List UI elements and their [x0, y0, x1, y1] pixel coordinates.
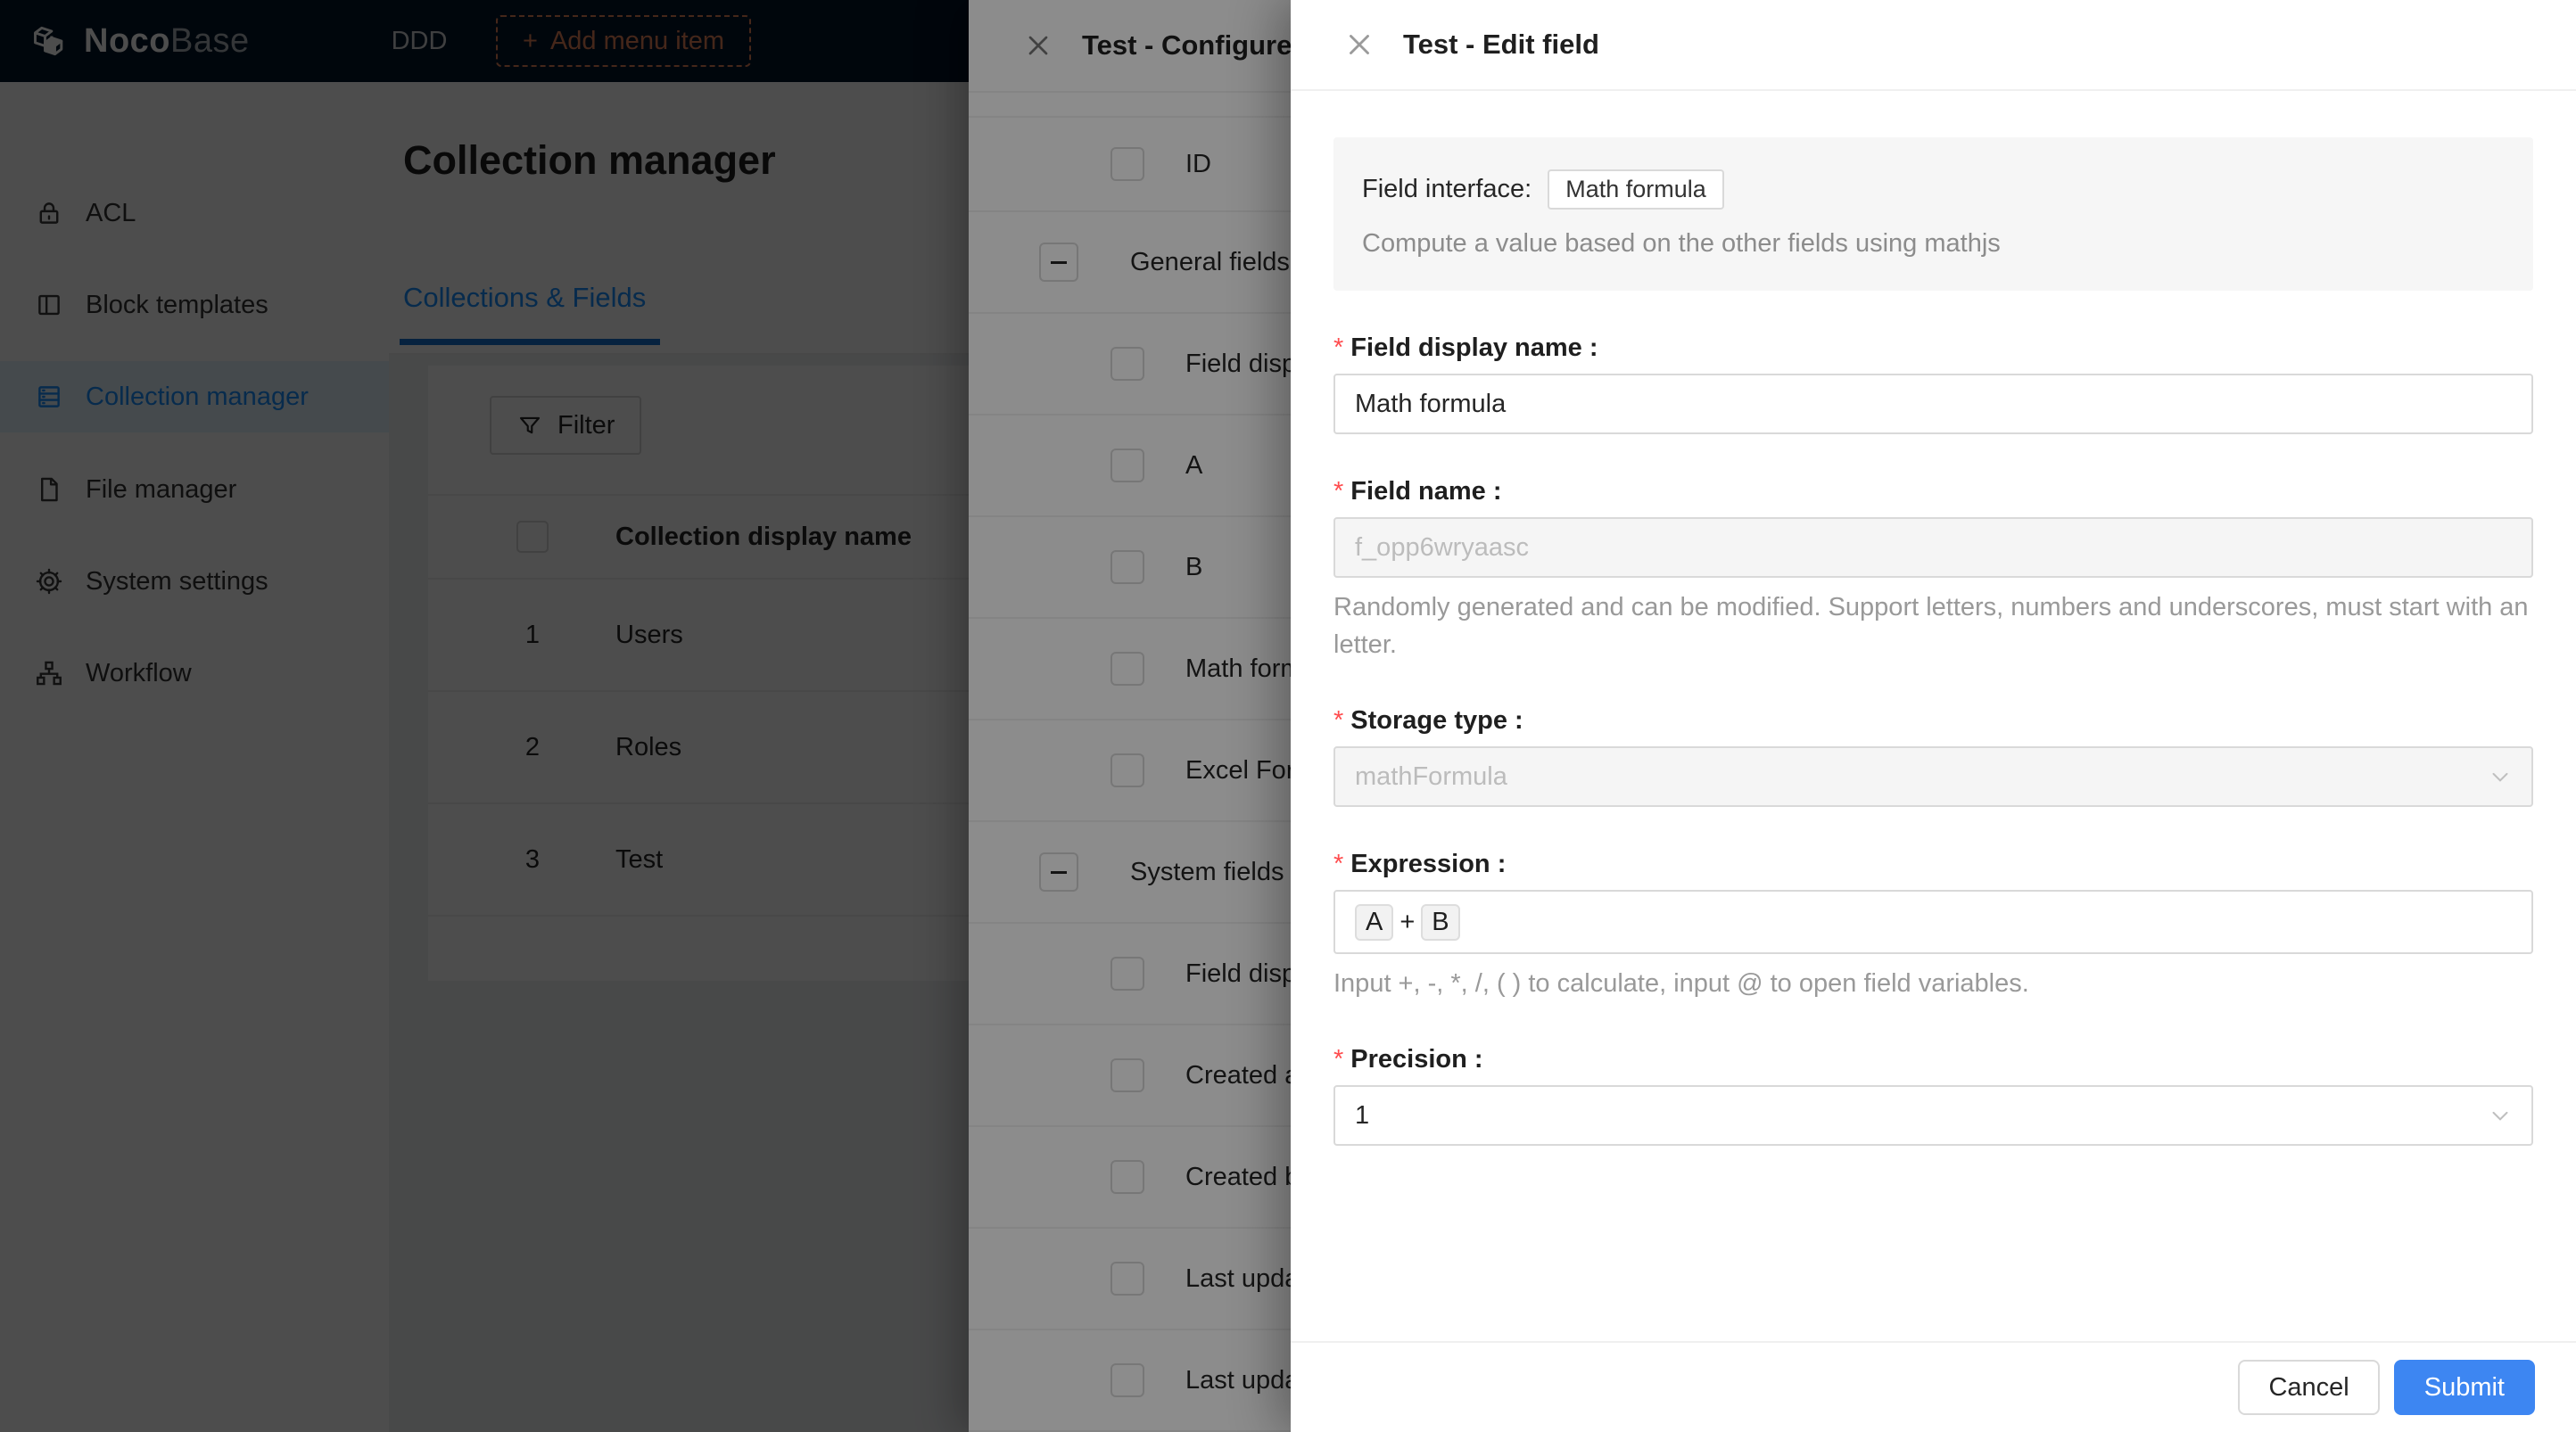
field-label: Precision :: [1350, 1045, 1483, 1074]
form-item-precision: * Precision : 1: [1333, 1045, 2533, 1146]
expression-input[interactable]: A + B: [1333, 890, 2533, 954]
required-mark: *: [1333, 333, 1344, 362]
form-item-field-name: * Field name : f_opp6wryaasc Randomly gen…: [1333, 477, 2533, 663]
chevron-down-icon: [2487, 763, 2514, 790]
field-label: Expression :: [1350, 850, 1507, 878]
edit-field-drawer: Test - Edit field Field interface: Math …: [1291, 0, 2576, 1432]
field-label: Storage type :: [1350, 706, 1523, 735]
storage-type-select: mathFormula: [1333, 746, 2533, 807]
interface-description: Compute a value based on the other field…: [1362, 229, 2001, 258]
required-mark: *: [1333, 706, 1344, 735]
submit-button[interactable]: Submit: [2393, 1360, 2535, 1415]
field-name-help: Randomly generated and can be modified. …: [1333, 593, 2529, 659]
drawer-body: Field interface: Math formula Compute a …: [1291, 91, 2576, 1339]
close-icon[interactable]: [1342, 28, 1376, 62]
required-mark: *: [1333, 1045, 1344, 1074]
field-label: Field name :: [1350, 477, 1502, 506]
field-interface-panel: Field interface: Math formula Compute a …: [1333, 137, 2533, 291]
field-name-input: f_opp6wryaasc: [1333, 517, 2533, 578]
expression-help: Input +, -, *, /, ( ) to calculate, inpu…: [1333, 969, 2029, 998]
precision-select[interactable]: 1: [1333, 1085, 2533, 1146]
drawer-footer: Cancel Submit: [1291, 1341, 2576, 1432]
form-item-storage-type: * Storage type : mathFormula: [1333, 706, 2533, 807]
form-item-field-display-name: * Field display name : Math formula: [1333, 333, 2533, 434]
field-label: Field display name :: [1350, 333, 1598, 362]
field-display-name-input[interactable]: Math formula: [1333, 374, 2533, 434]
cancel-button[interactable]: Cancel: [2238, 1360, 2380, 1415]
form-item-expression: * Expression : A + B Input +, -, *, /, ( …: [1333, 850, 2533, 1002]
nocobase-app: NocoBase DDD + Add menu item ACL Block t…: [0, 0, 2576, 1432]
operator: +: [1399, 907, 1416, 936]
drawer-header: Test - Edit field: [1291, 0, 2576, 91]
expression-variable-tag: B: [1421, 903, 1460, 941]
drawer-title: Test - Edit field: [1403, 29, 1599, 60]
interface-tag: Math formula: [1548, 169, 1724, 210]
chevron-down-icon: [2487, 1102, 2514, 1129]
required-mark: *: [1333, 477, 1344, 506]
required-mark: *: [1333, 850, 1344, 878]
expression-variable-tag: A: [1355, 903, 1394, 941]
field-interface-label: Field interface:: [1362, 175, 1532, 203]
